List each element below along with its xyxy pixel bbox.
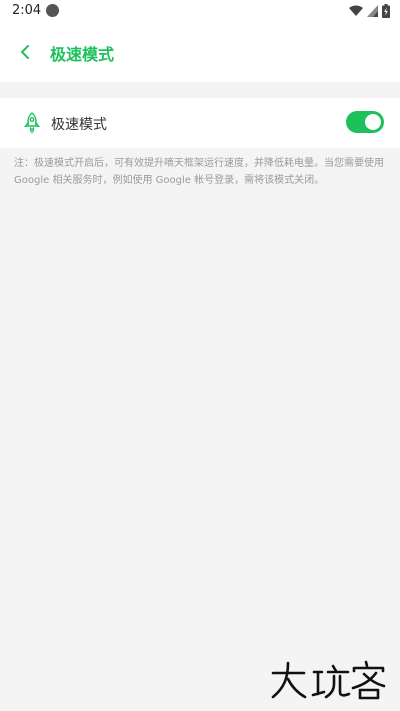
status-bar: 2:04 (0, 0, 400, 22)
chevron-left-icon (21, 45, 29, 59)
battery-charging-icon (382, 4, 390, 18)
signal-icon (367, 5, 378, 17)
notification-dot-icon (46, 4, 59, 17)
status-icons (349, 3, 390, 19)
toggle-knob (365, 114, 381, 130)
speed-mode-setting-row[interactable]: 极速模式 (0, 98, 400, 148)
speed-mode-label: 极速模式 (51, 117, 107, 133)
watermark-logo (271, 660, 386, 700)
page-title: 极速模式 (50, 45, 115, 64)
status-time: 2:04 (12, 3, 42, 18)
rocket-icon (24, 112, 40, 134)
app-bar: 极速模式 (0, 22, 400, 82)
speed-mode-note: 注：极速模式开启后，可有效提升嘀天框架运行速度，并降低耗电量。当您需要使用 Go… (14, 158, 384, 186)
back-button[interactable] (12, 39, 38, 65)
speed-mode-toggle[interactable] (346, 111, 384, 133)
wifi-icon (349, 5, 363, 16)
